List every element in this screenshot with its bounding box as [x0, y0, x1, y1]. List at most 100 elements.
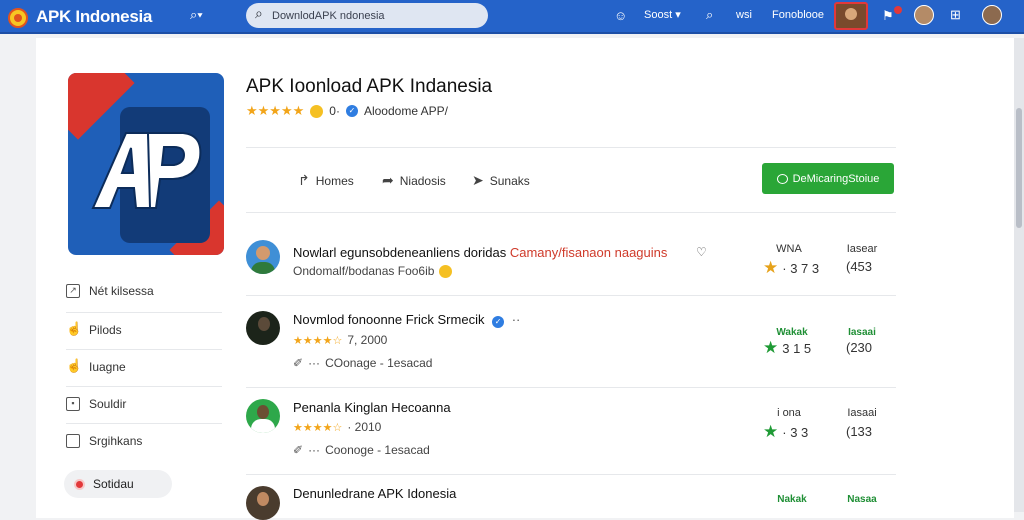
action-homes[interactable]: ↱ Homes — [298, 172, 354, 189]
tag-icon: ✐ — [293, 443, 304, 457]
divider — [246, 212, 896, 213]
list-item-rating-row: ★★★★☆ 7, 2000 — [293, 333, 388, 347]
star-icon: ★ — [763, 338, 779, 357]
star-icon: ★ — [763, 258, 779, 277]
account-avatar[interactable] — [982, 5, 1002, 25]
emoji-icon — [310, 104, 324, 118]
divider — [246, 387, 896, 388]
user-icon[interactable]: ☺ — [614, 6, 627, 26]
action-niadosis[interactable]: ➦ Niadosis — [382, 172, 446, 189]
notifications-icon[interactable]: ⚑ — [882, 6, 894, 26]
nav-link[interactable]: wsi — [736, 5, 752, 25]
list-item-tag-row: ✐ ··· COonage - 1esacad — [293, 356, 433, 370]
list-item-title[interactable]: Nowlarl egunsobdeneanliens doridas Caman… — [293, 245, 667, 260]
sidebar-item-iuagne[interactable]: ☝ Iuagne — [66, 358, 126, 374]
sidebar-item-pilods[interactable]: ☝ Pilods — [66, 321, 122, 337]
logo-icon[interactable] — [8, 8, 28, 28]
sidebar-item-srgihkans[interactable]: Srgihkans — [66, 434, 142, 448]
action-label: Homes — [315, 173, 354, 188]
square-icon: ▪ — [66, 397, 80, 411]
list-item-meta-label: WNA — [776, 243, 802, 255]
star-rating-icon: ★★★★☆ — [293, 421, 343, 434]
list-item-rating: ★ · 3 3 — [763, 422, 809, 441]
verified-icon: ✓ — [492, 316, 505, 328]
app-rating-row: ★★★★★ 0· ✓ Aloodome APP/ — [246, 103, 448, 119]
list-item-rating: ★ 3 1 5 — [763, 338, 812, 357]
send-icon: ➤ — [472, 172, 484, 188]
thumbs-up-icon: ☝ — [66, 321, 83, 336]
arrow-icon: ➦ — [382, 172, 394, 188]
list-item-subtitle: Ondomalf/bodanas Foo6ib — [293, 264, 453, 278]
search-icon: ⌕ — [255, 5, 263, 21]
list-item-right-label: Iasear — [846, 243, 878, 255]
download-button[interactable]: DeMicaringStoiue — [762, 163, 894, 194]
search-icon[interactable]: ⌕ — [706, 5, 713, 25]
user-avatar[interactable] — [914, 5, 934, 25]
list-item-right-label: Iasaai — [848, 327, 876, 338]
settings-icon[interactable]: ⊞ — [950, 5, 961, 25]
more-icon[interactable]: ·· — [512, 312, 521, 327]
list-item-tag-row: ✐ ··· Coonoge - 1esacad — [293, 443, 430, 457]
heart-icon[interactable]: ♡ — [696, 245, 707, 259]
star-icon: ★ — [763, 422, 779, 441]
profile-avatar[interactable] — [834, 2, 868, 30]
sidebar-item-label: Sotidau — [93, 477, 134, 491]
search-input[interactable] — [272, 7, 472, 24]
sidebar-item-label: Iuagne — [89, 360, 126, 374]
search-dropdown-icon[interactable]: ⌕▾ — [190, 5, 203, 25]
nav-link[interactable]: Fonoblooe — [772, 5, 824, 25]
share-icon: ↱ — [298, 172, 310, 188]
divider — [246, 295, 896, 296]
brand-name[interactable]: APK Indonesia — [36, 7, 152, 27]
folder-icon — [66, 434, 80, 448]
list-item-title[interactable]: Penanla Kinglan Hecoanna — [293, 400, 451, 415]
notification-badge — [894, 6, 902, 14]
sidebar-item-label: Nét kilsessa — [89, 284, 154, 298]
star-rating-icon: ★★★★☆ — [293, 334, 343, 347]
list-item-avatar[interactable] — [246, 399, 280, 433]
scrollbar-thumb[interactable] — [1016, 108, 1022, 228]
calendar-icon: ↗ — [66, 284, 80, 298]
verified-icon: ✓ — [345, 105, 358, 117]
list-item-meta-label: Wakak — [776, 327, 808, 338]
list-item-avatar[interactable] — [246, 486, 280, 520]
download-button-label: DeMicaringStoiue — [792, 172, 880, 185]
sidebar-item-label: Pilods — [89, 323, 122, 337]
sidebar-item-souldir[interactable]: ▪ Souldir — [66, 397, 126, 411]
list-item-avatar[interactable] — [246, 240, 280, 274]
list-item-meta-label: Nakak — [777, 494, 807, 505]
sidebar-item-net-kilsessa[interactable]: ↗ Nét kilsessa — [66, 284, 154, 298]
thumbs-up-icon: ☝ — [66, 358, 83, 373]
sidebar-item-sotidau[interactable]: Sotidau — [64, 470, 172, 498]
list-item-title[interactable]: Denunledrane APK Idonesia — [293, 486, 456, 501]
divider — [66, 349, 222, 350]
action-label: Sunaks — [489, 173, 530, 188]
action-sunaks[interactable]: ➤ Sunaks — [472, 172, 530, 189]
app-icon — [68, 73, 224, 255]
tag-icon: ✐ — [293, 356, 304, 370]
divider — [66, 312, 222, 313]
list-item-rating: ★ · 3 7 3 — [763, 258, 820, 277]
divider — [66, 386, 222, 387]
list-item-right-value: (453 — [846, 259, 873, 274]
list-item-avatar[interactable] — [246, 311, 280, 345]
list-item-rating-row: ★★★★☆ · 2010 — [293, 420, 382, 434]
divider — [246, 147, 896, 148]
user-menu[interactable]: Soost ▾ — [644, 5, 681, 25]
list-item-right-label: Nasaa — [847, 494, 877, 505]
rating-count: 0· — [329, 104, 340, 118]
publisher-name[interactable]: Aloodome APP/ — [364, 104, 448, 118]
ap-logo-icon — [91, 132, 202, 209]
search-bar[interactable]: ⌕ — [246, 3, 488, 28]
list-item-right-value: (133 — [846, 424, 873, 439]
sidebar-item-label: Souldir — [89, 397, 127, 411]
list-item-title[interactable]: Novmlod fonoonne Frick Srmecik ✓ ·· — [293, 312, 520, 328]
divider — [246, 474, 896, 475]
list-item-meta-label: i ona — [777, 407, 801, 419]
top-navigation-bar: APK Indonesia ⌕▾ ⌕ ☺ Soost ▾ ⌕ wsi Fonob… — [0, 0, 1024, 34]
emoji-icon — [439, 264, 453, 278]
chat-icon — [776, 173, 788, 184]
pin-icon — [74, 478, 85, 490]
list-item-right-value: (230 — [846, 340, 873, 355]
scrollbar[interactable] — [1014, 38, 1024, 512]
